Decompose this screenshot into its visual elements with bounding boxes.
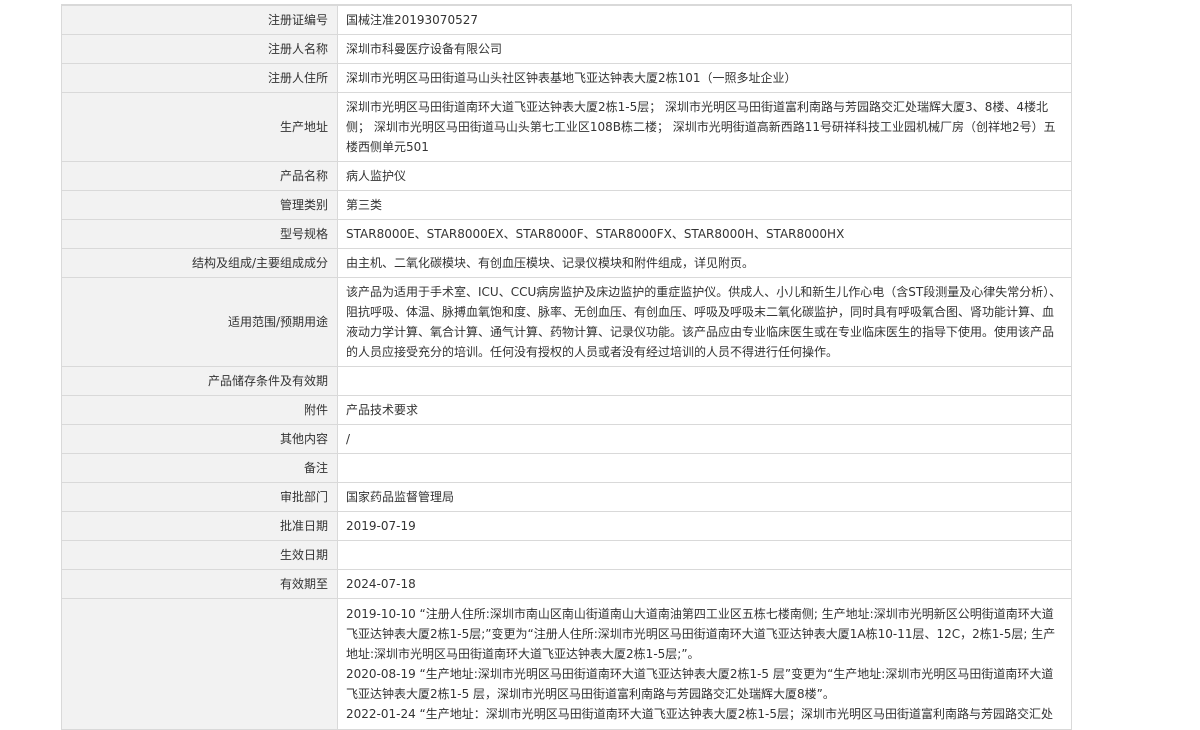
detail-row: 备注: [61, 453, 1072, 483]
change-history-section: 2019-10-10 “注册人住所:深圳市南山区南山街道南山大道南油第四工业区五…: [61, 598, 1072, 730]
detail-row: 注册证编号 国械注准20193070527: [61, 5, 1072, 35]
field-value: 深圳市光明区马田街道南环大道飞亚达钟表大厦2栋1-5层； 深圳市光明区马田街道富…: [337, 92, 1072, 162]
field-value: 第三类: [337, 190, 1072, 220]
field-label: 注册人名称: [61, 34, 338, 64]
field-label: 适用范围/预期用途: [61, 277, 338, 367]
field-value: [337, 540, 1072, 570]
field-value: 产品技术要求: [337, 395, 1072, 425]
field-label: 产品储存条件及有效期: [61, 366, 338, 396]
detail-row: 产品名称 病人监护仪: [61, 161, 1072, 191]
field-value: 该产品为适用于手术室、ICU、CCU病房监护及床边监护的重症监护仪。供成人、小儿…: [337, 277, 1072, 367]
field-value: 2024-07-18: [337, 569, 1072, 599]
field-label: 备注: [61, 453, 338, 483]
detail-row: 适用范围/预期用途 该产品为适用于手术室、ICU、CCU病房监护及床边监护的重症监…: [61, 277, 1072, 367]
field-label: 其他内容: [61, 424, 338, 454]
field-value: 国械注准20193070527: [337, 5, 1072, 35]
change-history-label: [61, 598, 338, 730]
field-label: 有效期至: [61, 569, 338, 599]
change-entry: 2019-10-10 “注册人住所:深圳市南山区南山街道南山大道南油第四工业区五…: [346, 607, 1056, 661]
registration-detail-table: 注册证编号 国械注准20193070527 注册人名称 深圳市科曼医疗设备有限公司 注册…: [61, 5, 1072, 730]
detail-row: 生效日期: [61, 540, 1072, 570]
field-value: [337, 453, 1072, 483]
field-label: 注册证编号: [61, 5, 338, 35]
field-value: [337, 366, 1072, 396]
detail-row: 结构及组成/主要组成成分 由主机、二氧化碳模块、有创血压模块、记录仪模块和附件组成…: [61, 248, 1072, 278]
field-value: 2019-07-19: [337, 511, 1072, 541]
field-label: 注册人住所: [61, 63, 338, 93]
field-label: 生产地址: [61, 92, 338, 162]
detail-row: 批准日期 2019-07-19: [61, 511, 1072, 541]
detail-table-body: 注册证编号 国械注准20193070527 注册人名称 深圳市科曼医疗设备有限公司 注册…: [61, 5, 1072, 599]
field-value: 深圳市光明区马田街道马山头社区钟表基地飞亚达钟表大厦2栋101（一照多址企业）: [337, 63, 1072, 93]
field-label: 管理类别: [61, 190, 338, 220]
field-label: 审批部门: [61, 482, 338, 512]
detail-row: 附件 产品技术要求: [61, 395, 1072, 425]
field-label: 型号规格: [61, 219, 338, 249]
detail-row: 管理类别 第三类: [61, 190, 1072, 220]
detail-row: 审批部门 国家药品监督管理局: [61, 482, 1072, 512]
field-value: 国家药品监督管理局: [337, 482, 1072, 512]
detail-row: 型号规格 STAR8000E、STAR8000EX、STAR8000F、STAR8…: [61, 219, 1072, 249]
detail-row: 有效期至 2024-07-18: [61, 569, 1072, 599]
field-label: 结构及组成/主要组成成分: [61, 248, 338, 278]
detail-row: 其他内容 /: [61, 424, 1072, 454]
change-history-value: 2019-10-10 “注册人住所:深圳市南山区南山街道南山大道南油第四工业区五…: [337, 598, 1072, 730]
field-label: 批准日期: [61, 511, 338, 541]
detail-row: 生产地址 深圳市光明区马田街道南环大道飞亚达钟表大厦2栋1-5层； 深圳市光明区马…: [61, 92, 1072, 162]
change-history-row: 2019-10-10 “注册人住所:深圳市南山区南山街道南山大道南油第四工业区五…: [61, 598, 1072, 730]
field-value: STAR8000E、STAR8000EX、STAR8000F、STAR8000F…: [337, 219, 1072, 249]
field-label: 附件: [61, 395, 338, 425]
field-value: /: [337, 424, 1072, 454]
change-entry: 2020-08-19 “生产地址:深圳市光明区马田街道南环大道飞亚达钟表大厦2栋…: [346, 667, 1054, 701]
detail-row: 产品储存条件及有效期: [61, 366, 1072, 396]
change-entry: 2022-01-24 “生产地址：深圳市光明区马田街道南环大道飞亚达钟表大厦2栋…: [346, 707, 1054, 721]
field-label: 产品名称: [61, 161, 338, 191]
field-value: 由主机、二氧化碳模块、有创血压模块、记录仪模块和附件组成，详见附页。: [337, 248, 1072, 278]
detail-row: 注册人名称 深圳市科曼医疗设备有限公司: [61, 34, 1072, 64]
detail-row: 注册人住所 深圳市光明区马田街道马山头社区钟表基地飞亚达钟表大厦2栋101（一照多…: [61, 63, 1072, 93]
field-value: 深圳市科曼医疗设备有限公司: [337, 34, 1072, 64]
field-value: 病人监护仪: [337, 161, 1072, 191]
field-label: 生效日期: [61, 540, 338, 570]
registration-detail-panel: 注册证编号 国械注准20193070527 注册人名称 深圳市科曼医疗设备有限公司 注册…: [61, 4, 1072, 730]
